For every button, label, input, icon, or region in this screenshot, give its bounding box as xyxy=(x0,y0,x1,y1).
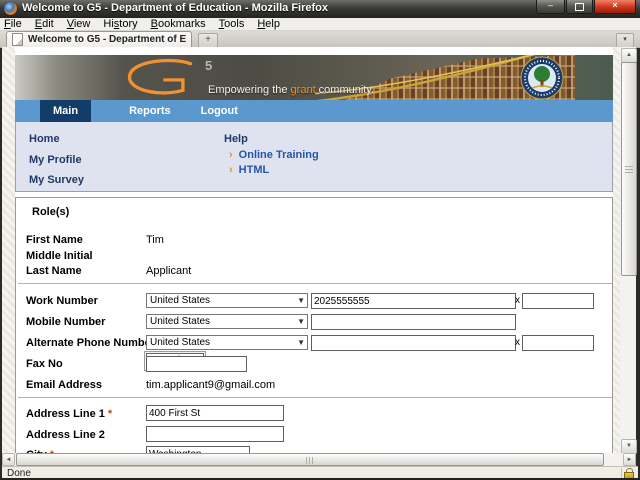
first-name-label: First Name xyxy=(26,234,83,246)
menu-history[interactable]: History xyxy=(103,18,137,30)
site-navbar: Main Reports Logout xyxy=(15,100,613,122)
maximize-icon xyxy=(575,3,584,11)
minimize-button[interactable]: – xyxy=(536,0,565,14)
horizontal-scroll-thumb[interactable] xyxy=(16,453,604,466)
mobile-number-label: Mobile Number xyxy=(26,316,105,328)
main-menu-panel: Home My Profile My Survey Help ›Online T… xyxy=(15,122,613,192)
banner-tagline: Empowering the grant community. xyxy=(208,84,374,96)
scroll-up-button[interactable]: ▲ xyxy=(621,48,637,63)
menu-link-my-survey[interactable]: My Survey xyxy=(29,174,84,186)
menu-edit[interactable]: Edit xyxy=(35,18,54,30)
scroll-grip-icon xyxy=(625,165,633,173)
new-tab-button[interactable]: + xyxy=(198,33,218,48)
alternate-ext-input[interactable] xyxy=(522,335,594,351)
work-number-input[interactable] xyxy=(311,293,516,309)
vertical-scroll-thumb[interactable] xyxy=(621,62,637,276)
menu-link-my-profile[interactable]: My Profile xyxy=(29,154,82,166)
g5-logo-icon xyxy=(120,57,202,97)
required-asterisk: * xyxy=(108,408,112,420)
browser-tabbar: Welcome to G5 - Department of Edu... + ▾ xyxy=(0,31,640,48)
horizontal-scrollbar[interactable]: ◄ ► xyxy=(2,453,636,466)
work-ext-input[interactable] xyxy=(522,293,594,309)
chevron-down-icon: ▼ xyxy=(297,296,305,305)
list-all-tabs-button[interactable]: ▾ xyxy=(616,33,634,48)
section-divider xyxy=(18,283,612,284)
section-divider xyxy=(18,397,612,398)
help-header: Help xyxy=(224,133,248,145)
menu-view[interactable]: View xyxy=(67,18,91,30)
chevron-down-icon: ▼ xyxy=(297,338,305,347)
page-favicon-icon xyxy=(12,33,23,46)
alternate-number-input[interactable] xyxy=(311,335,516,351)
maximize-button[interactable] xyxy=(566,0,593,14)
link-arrow-icon: › xyxy=(229,149,233,161)
scroll-down-button[interactable]: ▼ xyxy=(621,439,637,454)
scroll-left-button[interactable]: ◄ xyxy=(2,453,15,466)
status-text: Done xyxy=(7,468,621,479)
nav-tab-reports[interactable]: Reports xyxy=(115,100,185,122)
department-of-education-seal-icon xyxy=(520,56,564,100)
firefox-icon xyxy=(4,2,17,15)
last-name-value: Applicant xyxy=(146,265,191,277)
work-number-label: Work Number xyxy=(26,295,98,307)
last-name-label: Last Name xyxy=(26,265,82,277)
alternate-ext-label: x xyxy=(515,337,520,348)
scroll-grip-icon xyxy=(306,457,315,464)
window-title: Welcome to G5 - Department of Education … xyxy=(22,2,328,14)
scroll-right-button[interactable]: ► xyxy=(623,453,636,466)
tab-title: Welcome to G5 - Department of Edu... xyxy=(28,34,186,45)
secure-lock-indicator xyxy=(621,468,636,479)
middle-initial-label: Middle Initial xyxy=(26,250,93,262)
vertical-scrollbar[interactable]: ▲ ▼ xyxy=(620,47,636,453)
chevron-down-icon: ▼ xyxy=(297,317,305,326)
fax-label: Fax No xyxy=(26,358,63,370)
email-value: tim.applicant9@gmail.com xyxy=(146,379,275,391)
help-link-online-training[interactable]: ›Online Training xyxy=(229,149,319,161)
alternate-number-label: Alternate Phone Number xyxy=(26,337,155,349)
g5-logo-five: 5 xyxy=(205,58,212,73)
work-country-select[interactable]: United States ▼ xyxy=(146,293,308,308)
g5-banner: 5 Empowering the grant community. xyxy=(15,55,613,100)
nav-tab-main[interactable]: Main xyxy=(40,100,91,122)
menu-file[interactable]: File xyxy=(4,18,22,30)
menu-link-home[interactable]: Home xyxy=(29,133,60,145)
profile-form: Role(s) g5Reviewer First Name Tim Middle… xyxy=(15,197,613,453)
role-label: Role(s) xyxy=(32,206,69,218)
city-input[interactable] xyxy=(146,446,250,453)
nav-tab-logout[interactable]: Logout xyxy=(187,100,252,122)
email-label: Email Address xyxy=(26,379,102,391)
close-button[interactable]: × xyxy=(594,0,636,14)
page-content: 5 Empowering the grant community. Main R… xyxy=(15,47,613,453)
address2-input[interactable] xyxy=(146,426,284,442)
address1-label: Address Line 1* xyxy=(26,408,112,420)
menu-tools[interactable]: Tools xyxy=(219,18,245,30)
alternate-country-select[interactable]: United States ▼ xyxy=(146,335,308,350)
browser-menubar: File Edit View History Bookmarks Tools H… xyxy=(0,18,640,31)
active-tab[interactable]: Welcome to G5 - Department of Edu... xyxy=(6,31,192,47)
mobile-country-select[interactable]: United States ▼ xyxy=(146,314,308,329)
menu-bookmarks[interactable]: Bookmarks xyxy=(151,18,206,30)
address2-label: Address Line 2 xyxy=(26,429,105,441)
fax-input[interactable] xyxy=(146,356,247,372)
page-viewport: 5 Empowering the grant community. Main R… xyxy=(2,47,620,453)
mobile-number-input[interactable] xyxy=(311,314,516,330)
menu-help[interactable]: Help xyxy=(257,18,280,30)
work-ext-label: x xyxy=(515,295,520,306)
first-name-value: Tim xyxy=(146,234,164,246)
address1-input[interactable] xyxy=(146,405,284,421)
link-arrow-icon: › xyxy=(229,164,233,176)
help-link-html[interactable]: ›HTML xyxy=(229,164,269,176)
window-titlebar: Welcome to G5 - Department of Education … xyxy=(0,0,640,18)
